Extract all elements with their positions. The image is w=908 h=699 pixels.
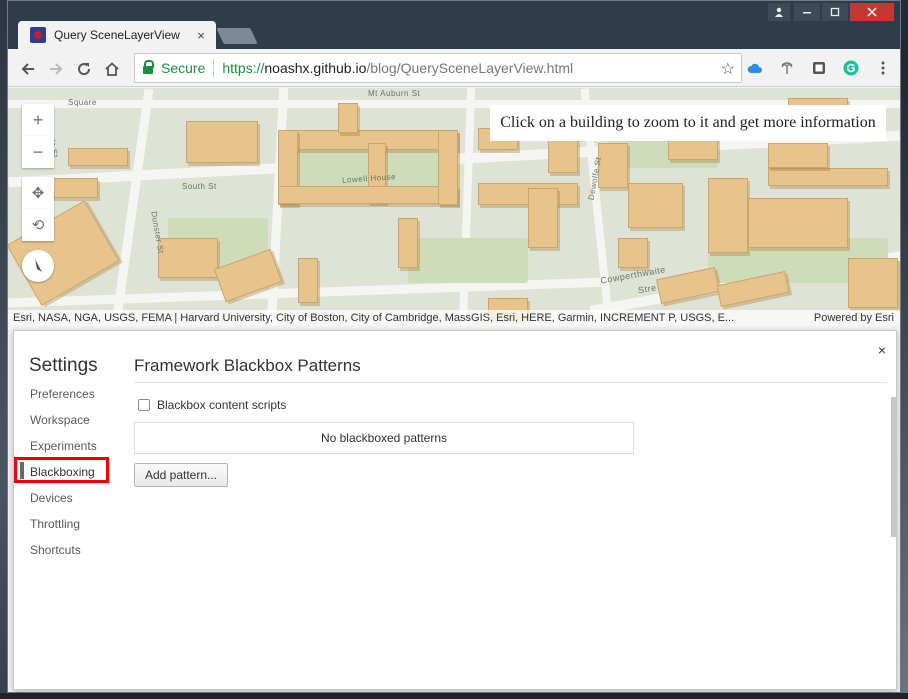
settings-close-icon[interactable]: × — [878, 342, 886, 358]
nav-item-workspace[interactable]: Workspace — [30, 413, 90, 427]
info-message: Click on a building to zoom to it and ge… — [490, 105, 886, 141]
street-label: Dunster St — [149, 210, 166, 255]
island-extension-icon[interactable] — [778, 59, 796, 77]
nav-item-devices[interactable]: Devices — [30, 491, 73, 505]
reload-icon[interactable] — [72, 57, 96, 81]
menu-dots-icon[interactable] — [874, 59, 892, 77]
zoom-in-button[interactable]: + — [22, 104, 54, 136]
address-bar[interactable]: Secure https:// noashx.github.io /blog/Q… — [134, 53, 742, 83]
settings-title: Settings — [29, 355, 98, 376]
map-attribution: Esri, NASA, NGA, USGS, FEMA | Harvard Un… — [8, 310, 900, 326]
add-pattern-button[interactable]: Add pattern... — [134, 463, 228, 487]
maximize-icon[interactable] — [822, 3, 848, 21]
secure-label: Secure — [161, 60, 206, 76]
rotate-icon[interactable]: ⟲ — [22, 209, 54, 241]
browser-tab[interactable]: Query SceneLayerView × — [18, 21, 216, 49]
page-viewport: Mt Auburn St Square South St Lowell Hous… — [8, 88, 900, 692]
pan-icon[interactable]: ✥ — [22, 177, 54, 209]
zoom-out-button[interactable]: − — [22, 136, 54, 168]
attribution-text: Esri, NASA, NGA, USGS, FEMA | Harvard Un… — [13, 312, 735, 324]
url-path: /blog/QuerySceneLayerView.html — [366, 60, 574, 76]
nav-item-shortcuts[interactable]: Shortcuts — [30, 543, 81, 557]
powered-by-esri[interactable]: Powered by Esri — [814, 312, 894, 324]
scene-view-map[interactable]: Mt Auburn St Square South St Lowell Hous… — [8, 88, 900, 326]
street-label: Square — [68, 98, 97, 107]
street-label: Mt Auburn St — [368, 89, 421, 98]
lock-icon — [143, 60, 154, 74]
grammarly-icon[interactable] — [842, 59, 860, 77]
new-tab-button[interactable] — [216, 28, 258, 44]
checkbox-label: Blackbox content scripts — [157, 398, 287, 412]
forward-arrow-icon[interactable] — [44, 57, 68, 81]
note-extension-icon[interactable] — [810, 59, 828, 77]
back-arrow-icon[interactable] — [16, 57, 40, 81]
site-favicon-icon — [30, 27, 46, 43]
nav-item-blackboxing[interactable]: Blackboxing — [30, 465, 95, 479]
minimize-icon[interactable] — [794, 3, 820, 21]
user-profile-icon[interactable] — [768, 3, 790, 21]
url-host: noashx.github.io — [264, 60, 367, 76]
devtools-settings-panel: × Settings Preferences Workspace Experim… — [13, 330, 897, 690]
desktop-background-strip — [0, 693, 908, 699]
home-icon[interactable] — [100, 57, 124, 81]
browser-window: Query SceneLayerView × Secure https:// n… — [7, 0, 901, 693]
omnibox-divider — [213, 59, 215, 77]
compass-icon[interactable] — [22, 250, 54, 282]
title-bar: Query SceneLayerView × — [8, 1, 900, 49]
tab-close-icon[interactable]: × — [192, 28, 210, 43]
bookmark-star-icon[interactable]: ☆ — [721, 59, 735, 79]
section-divider — [134, 382, 886, 383]
street-label: South St — [182, 182, 217, 191]
nav-selection-bar — [20, 462, 24, 479]
settings-scrollbar[interactable] — [891, 397, 896, 537]
section-title: Framework Blackbox Patterns — [134, 356, 361, 375]
nav-item-preferences[interactable]: Preferences — [30, 387, 95, 401]
blackbox-patterns-list: No blackboxed patterns — [134, 422, 634, 454]
url-scheme: https:// — [222, 60, 265, 76]
window-close-icon[interactable] — [850, 3, 894, 21]
nav-item-throttling[interactable]: Throttling — [30, 517, 80, 531]
patterns-empty-text: No blackboxed patterns — [320, 431, 448, 445]
blackbox-content-scripts-checkbox[interactable] — [138, 399, 150, 411]
browser-toolbar: Secure https:// noashx.github.io /blog/Q… — [8, 49, 900, 87]
tab-title: Query SceneLayerView — [54, 28, 180, 42]
nav-item-experiments[interactable]: Experiments — [30, 439, 97, 453]
window-controls — [768, 3, 894, 21]
blackbox-content-scripts-row[interactable]: Blackbox content scripts — [138, 398, 286, 412]
cloud-extension-icon[interactable] — [746, 59, 764, 77]
